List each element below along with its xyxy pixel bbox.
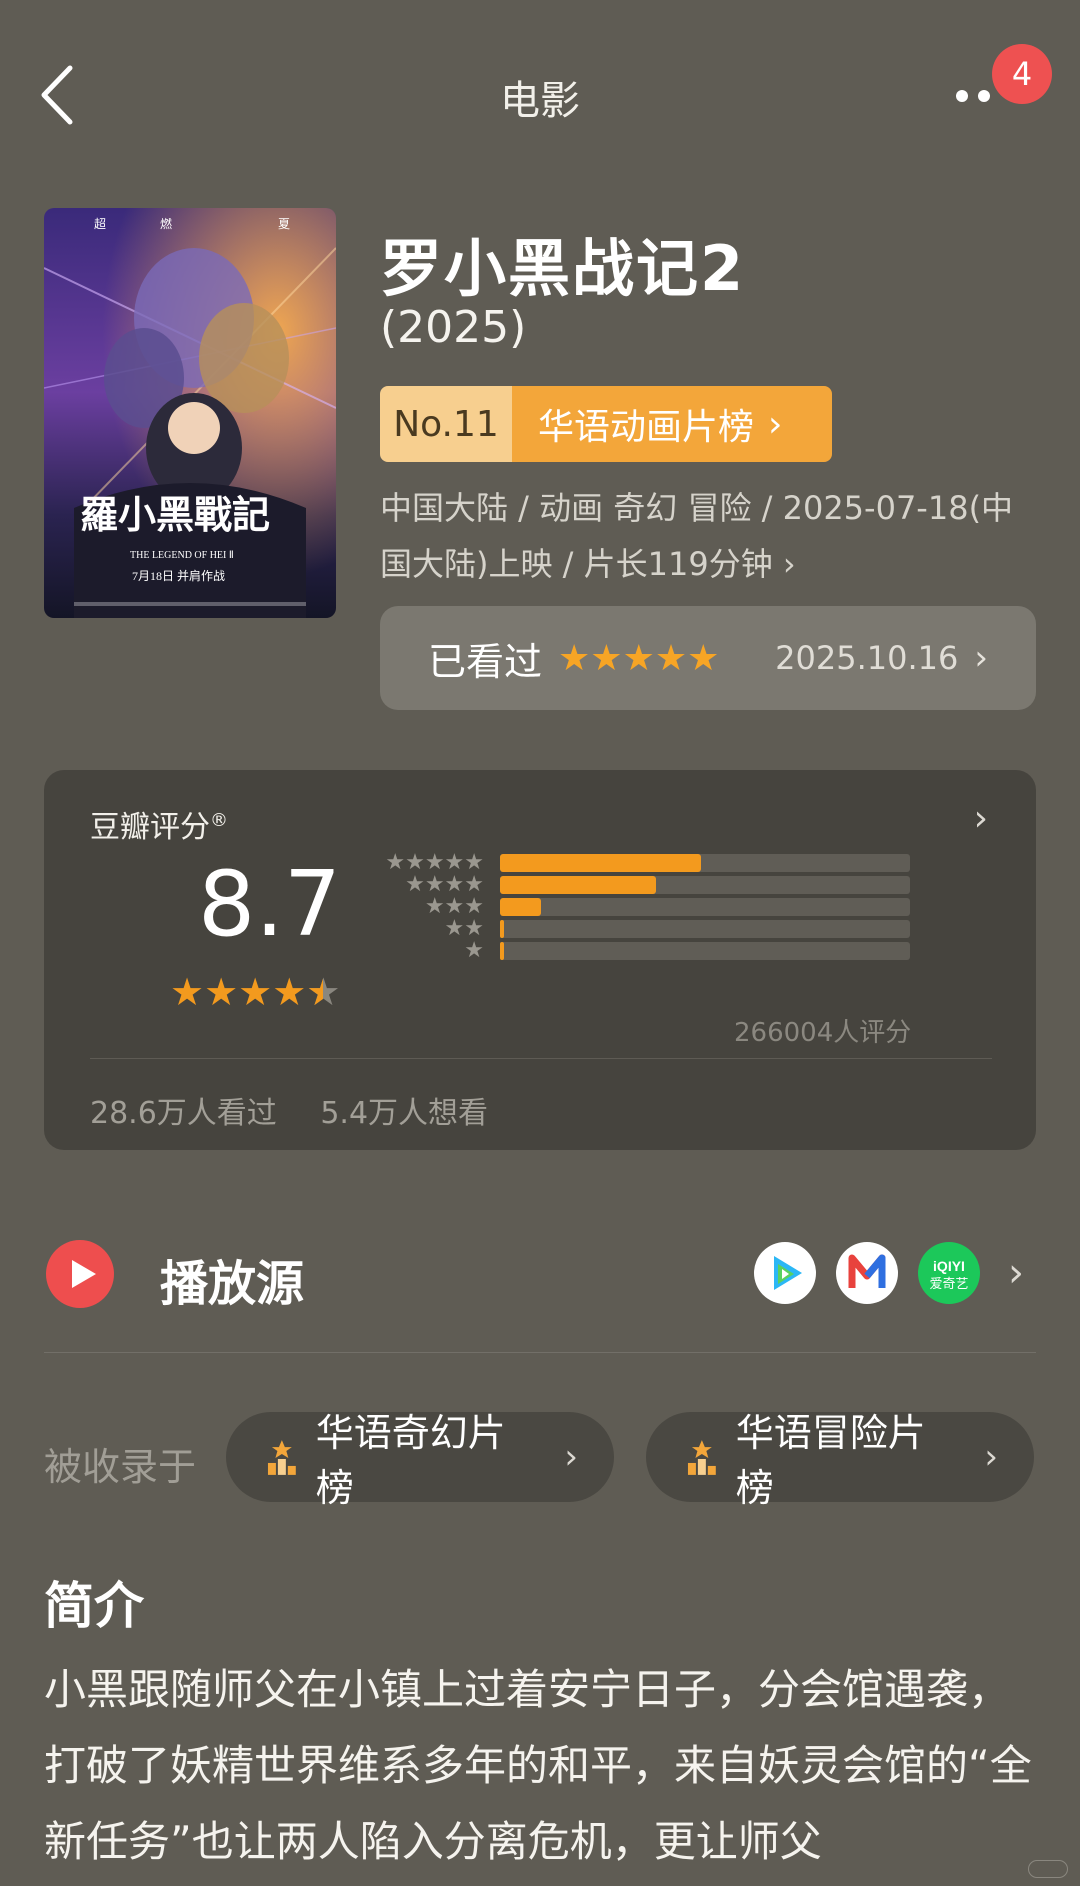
poster-tag: 燃 [160, 216, 172, 231]
page-title: 电影 [500, 78, 580, 124]
rating-count: 266004人评分 [734, 1018, 912, 1048]
poster-tag: 夏 [278, 217, 290, 231]
distribution-star-label: ★★ [444, 916, 484, 941]
rating-distribution-row: ★★★★★ [374, 852, 914, 874]
star-icon: ★ [272, 970, 307, 1014]
distribution-star-label: ★★★★ [405, 872, 484, 897]
intro-title: 简介 [44, 1577, 144, 1635]
list-name: 华语冒险片榜 [735, 1411, 926, 1510]
watched-status-card[interactable]: 已看过 ★★★★★ 2025.10.16 › [380, 606, 1036, 710]
distribution-star-label: ★★★ [424, 894, 484, 919]
distribution-track [500, 854, 910, 872]
distribution-track [500, 876, 910, 894]
rating-distribution-row: ★★★★ [374, 874, 914, 896]
divider [44, 1352, 1036, 1353]
list-name: 华语奇幻片榜 [315, 1411, 506, 1510]
distribution-track [500, 898, 910, 916]
mango-tv-icon[interactable] [836, 1242, 898, 1304]
play-source-icon [46, 1240, 114, 1308]
play-source-title: 播放源 [160, 1256, 305, 1312]
ranking-podium-icon [687, 1440, 716, 1475]
more-dot-icon [978, 90, 990, 102]
rank-pill[interactable]: No.11 华语动画片榜 › [380, 386, 832, 462]
star-icon: ★ [204, 970, 239, 1014]
star-icon: ★ [238, 970, 273, 1014]
distribution-star-label: ★ [464, 938, 484, 963]
chevron-right-icon: › [564, 1437, 578, 1477]
ranking-podium-icon [267, 1440, 296, 1475]
intro-text: 小黑跟随师父在小镇上过着安宁日子，分会馆遇袭，打破了妖精世界维系多年的和平，来自… [44, 1665, 1032, 1866]
rating-label: 豆瓣评分® [90, 810, 228, 845]
rank-list-label: 华语动画片榜 [538, 407, 755, 448]
notification-badge: 4 [992, 44, 1052, 104]
distribution-bar [500, 854, 701, 872]
douban-rating-card[interactable]: 豆瓣评分® › 8.7 ★★★★★★ ★★★★★★★★★★★★★★★ 26600… [44, 770, 1036, 1150]
distribution-bar [500, 876, 656, 894]
rank-list-name: 华语动画片榜 › [512, 386, 832, 462]
distribution-track [500, 920, 910, 938]
iqiyi-icon[interactable]: iQIYI 爱奇艺 [918, 1242, 980, 1304]
poster-release: 7月18日 并肩作战 [132, 568, 225, 583]
chevron-right-icon: › [782, 545, 796, 583]
watermark [1028, 1860, 1068, 1878]
chevron-right-icon: › [974, 638, 988, 678]
chevron-right-icon: › [973, 798, 988, 839]
watched-label: 已看过 [428, 639, 543, 684]
distribution-bar [500, 920, 505, 938]
distribution-bar [500, 898, 541, 916]
chevron-right-icon[interactable]: › [1008, 1250, 1024, 1296]
rating-distribution-row: ★ [374, 940, 914, 962]
distribution-star-label: ★★★★★ [385, 850, 484, 875]
chevron-right-icon: › [984, 1437, 998, 1477]
poster-subtitle: THE LEGEND OF HEI Ⅱ [130, 550, 234, 561]
movie-meta-text: 中国大陆 / 动画 奇幻 冒险 / 2025-07-18(中国大陆)上映 / 片… [380, 489, 1014, 583]
movie-year: (2025) [380, 302, 527, 353]
svg-text:iQIYI: iQIYI [933, 1258, 965, 1274]
tencent-video-icon[interactable] [754, 1242, 816, 1304]
poster-title: 羅小黑戰記 [80, 495, 270, 537]
rating-footer: 28.6万人看过 5.4万人想看 [90, 1088, 522, 1132]
rating-stars: ★★★★★★ [170, 970, 340, 1014]
distribution-bar [500, 942, 505, 960]
svg-text:爱奇艺: 爱奇艺 [929, 1276, 968, 1292]
want-count: 5.4万人想看 [320, 1096, 489, 1131]
distribution-track [500, 942, 910, 960]
divider [90, 1058, 992, 1059]
star-icon: ★★ [306, 970, 341, 1014]
star-icon: ★ [170, 970, 205, 1014]
poster-tag: 超 [94, 216, 106, 231]
rank-number: No.11 [380, 386, 512, 462]
list-pill-fantasy[interactable]: 华语奇幻片榜 › [226, 1411, 614, 1510]
movie-meta[interactable]: 中国大陆 / 动画 奇幻 冒险 / 2025-07-18(中国大陆)上映 / 片… [380, 480, 1040, 592]
rating-distribution-row: ★★★ [374, 896, 914, 918]
more-dot-icon [956, 90, 968, 102]
user-rating-stars: ★★★★★ [558, 637, 720, 679]
watched-date: 2025.10.16 [775, 639, 959, 677]
movie-poster[interactable]: 超 燃 夏 羅小黑戰記 THE LEGEND OF HEI Ⅱ 7月18日 并肩… [44, 208, 336, 618]
list-pill-adventure[interactable]: 华语冒险片榜 › [646, 1411, 1034, 1510]
movie-title: 罗小黑战记2 [380, 232, 746, 305]
chevron-right-icon: › [768, 403, 783, 445]
rating-distribution-row: ★★ [374, 918, 914, 940]
rating-score: 8.7 [198, 852, 342, 957]
watched-count: 28.6万人看过 [90, 1096, 277, 1131]
included-in-label: 被收录于 [44, 1445, 197, 1489]
